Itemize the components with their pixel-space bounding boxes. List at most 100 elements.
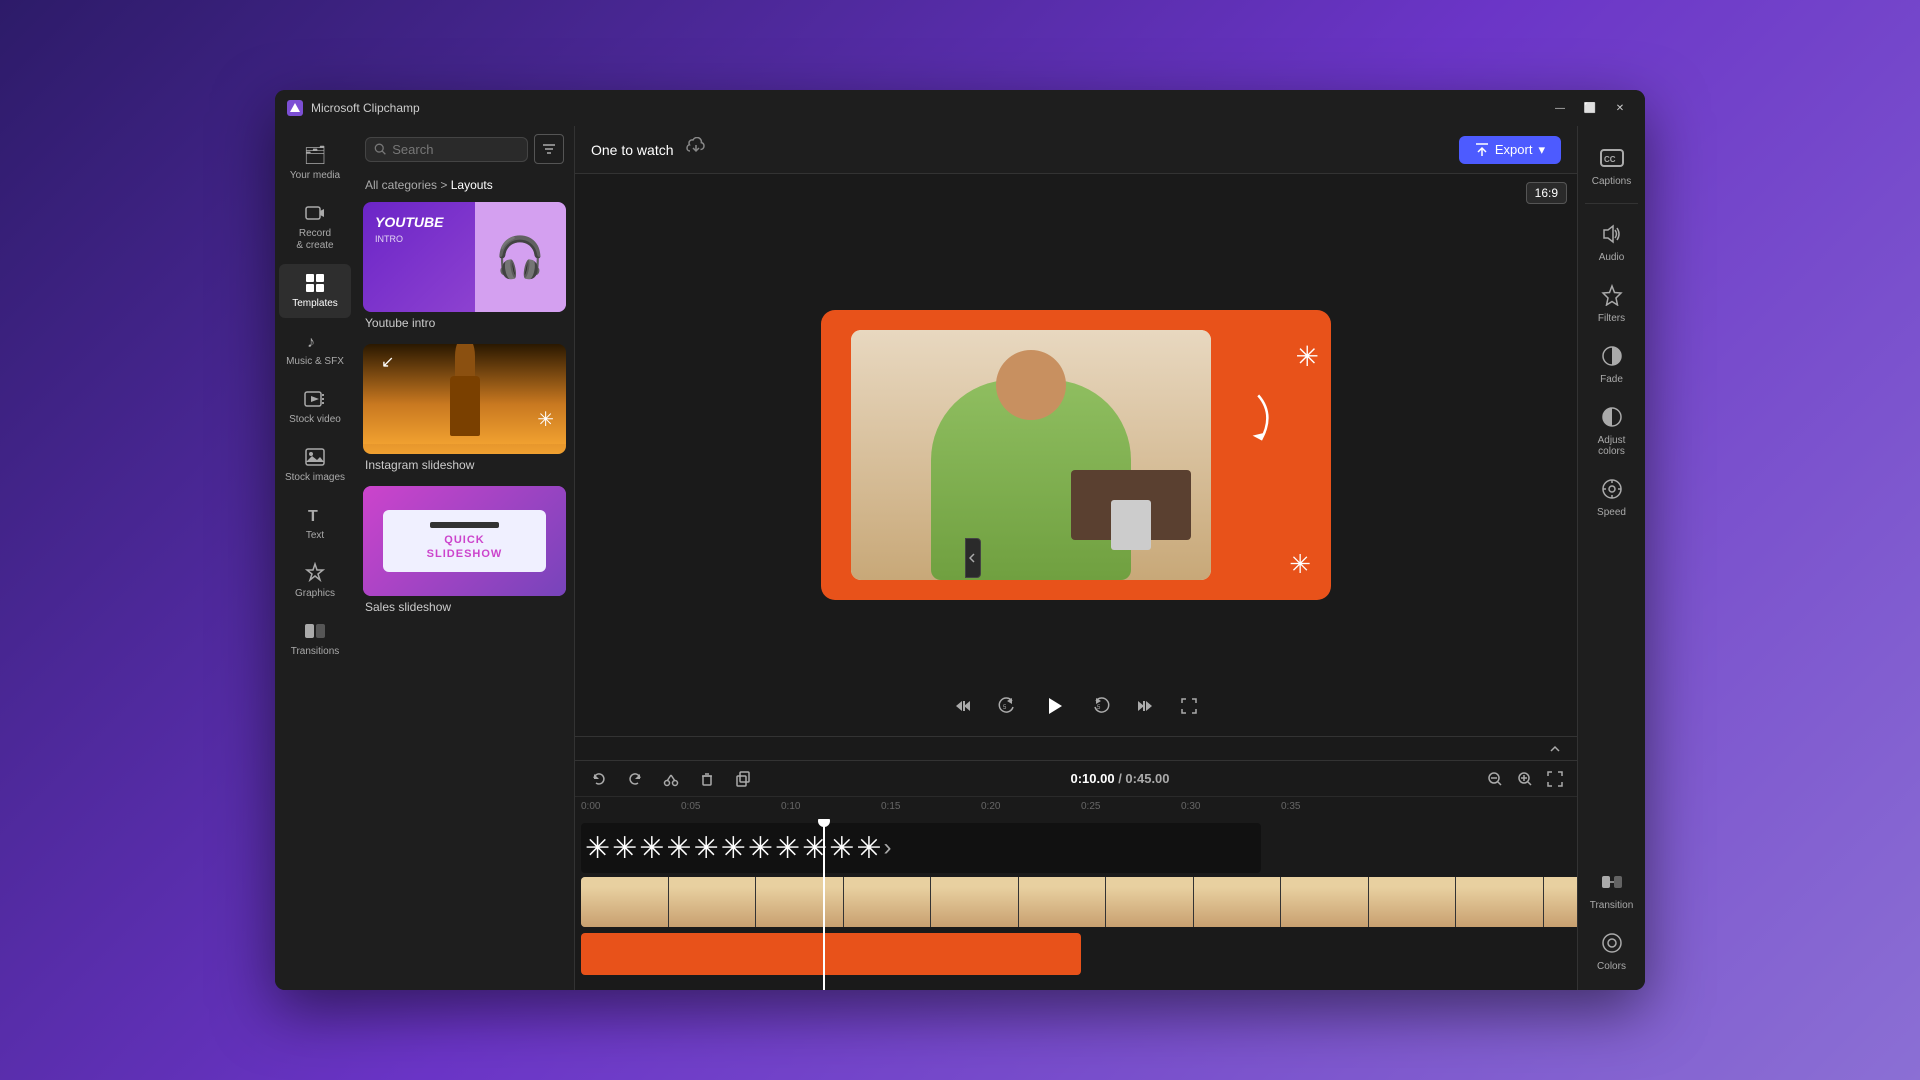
transitions-icon [304, 620, 326, 642]
fit-timeline-button[interactable] [1543, 767, 1567, 791]
fullscreen-button[interactable] [1174, 691, 1204, 721]
ruler-15: 0:15 [881, 801, 900, 812]
export-label: Export [1495, 142, 1533, 157]
filters-label: Filters [1598, 313, 1625, 324]
search-input[interactable] [392, 142, 519, 157]
minimize-button[interactable]: — [1547, 99, 1573, 117]
sidebar-item-templates[interactable]: Templates [279, 264, 351, 318]
export-button[interactable]: Export ▾ [1459, 136, 1561, 164]
vf3 [756, 877, 844, 927]
rewind-5-button[interactable]: 5 [992, 691, 1022, 721]
adjust-colors-label: Adjust colors [1586, 435, 1638, 457]
template-name-instagram: Instagram slideshow [363, 454, 566, 476]
fade-tool[interactable]: Fade [1582, 334, 1642, 393]
filters-icon [1598, 281, 1626, 309]
svg-text:5: 5 [1097, 705, 1101, 711]
decor-curve-arrow [1219, 382, 1294, 462]
template-card-sales[interactable]: QUICK SLIDESHOW Sales slideshow [363, 486, 566, 618]
adjust-colors-tool[interactable]: Adjust colors [1582, 395, 1642, 465]
play-button[interactable] [1036, 688, 1072, 724]
speed-tool[interactable]: Speed [1582, 467, 1642, 526]
center-area: One to watch Export ▾ [575, 126, 1577, 990]
cut-button[interactable] [657, 765, 685, 793]
right-sidebar-top: CC Captions Audio [1578, 136, 1645, 858]
vf4 [844, 877, 932, 927]
copy-button[interactable] [729, 765, 757, 793]
app-window: Microsoft Clipchamp — ⬜ ✕ 🗂 Your media R [275, 90, 1645, 990]
template-card-youtube[interactable]: YOUTUBE INTRO 🎧 Youtube intro [363, 202, 566, 334]
sidebar-label-transitions: Transitions [291, 646, 340, 658]
sidebar-item-stock-images[interactable]: Stock images [279, 438, 351, 492]
sidebar-item-graphics[interactable]: Graphics [279, 554, 351, 608]
close-button[interactable]: ✕ [1607, 99, 1633, 117]
preview-frame: ✳ ✳ [821, 310, 1331, 600]
audio-tool[interactable]: Audio [1582, 212, 1642, 271]
sales-bg: QUICK SLIDESHOW [363, 486, 566, 596]
ratio-value: 16:9 [1526, 182, 1567, 204]
sidebar-item-your-media[interactable]: 🗂 Your media [279, 136, 351, 190]
filter-button[interactable] [534, 134, 564, 164]
search-icon [374, 142, 386, 156]
sidebar-label-stock-video: Stock video [289, 414, 341, 426]
panel-collapse-button[interactable] [965, 538, 981, 578]
transition-tool[interactable]: Transition [1582, 860, 1642, 919]
skip-back-button[interactable] [948, 691, 978, 721]
transition-icon [1598, 868, 1626, 896]
sidebar-label-your-media: Your media [290, 170, 340, 182]
export-icon [1475, 143, 1489, 157]
colors-tool[interactable]: Colors [1582, 921, 1642, 980]
forward-5-button[interactable]: 5 [1086, 691, 1116, 721]
delete-button[interactable] [693, 765, 721, 793]
vf6 [1019, 877, 1107, 927]
vf8 [1194, 877, 1282, 927]
timeline-time-display: 0:10.00 / 0:45.00 [765, 771, 1475, 786]
sidebar-label-record-create: Record& create [296, 228, 333, 252]
timeline-tracks: ✳ ✳ ✳ ✳ ✳ ✳ ✳ ✳ ✳ ✳ ✳ › [575, 819, 1577, 990]
top-bar: One to watch Export ▾ [575, 126, 1577, 174]
timeline-playhead[interactable] [823, 819, 825, 990]
svg-text:CC: CC [1604, 155, 1616, 164]
sidebar-item-text[interactable]: T Text [279, 496, 351, 550]
sidebar-item-record-create[interactable]: Record& create [279, 194, 351, 260]
colors-icon [1598, 929, 1626, 957]
sidebar-label-graphics: Graphics [295, 588, 335, 600]
captions-label: Captions [1592, 176, 1631, 187]
sidebar-item-transitions[interactable]: Transitions [279, 612, 351, 666]
sidebar-item-music-sfx[interactable]: ♪ Music & SFX [279, 322, 351, 376]
sidebar-label-stock-images: Stock images [285, 472, 345, 484]
project-title: One to watch [591, 142, 674, 158]
breadcrumb-category[interactable]: All categories [365, 178, 437, 192]
cloud-save-icon[interactable] [686, 137, 706, 162]
filters-tool[interactable]: Filters [1582, 273, 1642, 332]
your-media-icon: 🗂 [304, 144, 326, 166]
youtube-subtitle-text: INTRO [375, 234, 463, 244]
right-sidebar: CC Captions Audio [1577, 126, 1645, 990]
maximize-button[interactable]: ⬜ [1577, 99, 1603, 117]
captions-tool[interactable]: CC Captions [1582, 136, 1642, 195]
template-card-instagram[interactable]: ↙ ✳ Instagram slideshow [363, 344, 566, 476]
youtube-intro-bg: YOUTUBE INTRO 🎧 [363, 202, 566, 312]
vf9 [1281, 877, 1369, 927]
timeline-collapse-button[interactable] [1543, 737, 1567, 761]
search-wrapper [365, 137, 528, 162]
template-list: YOUTUBE INTRO 🎧 Youtube intro [355, 202, 574, 990]
sf4: ✳ [666, 831, 691, 866]
ruler-35: 0:35 [1281, 801, 1300, 812]
undo-button[interactable] [585, 765, 613, 793]
vf5 [931, 877, 1019, 927]
main-content: 🗂 Your media Record& create [275, 126, 1645, 990]
record-icon [304, 202, 326, 224]
skip-forward-button[interactable] [1130, 691, 1160, 721]
app-title: Microsoft Clipchamp [311, 101, 1547, 115]
youtube-title-text: YOUTUBE [375, 214, 463, 230]
zoom-in-button[interactable] [1513, 767, 1537, 791]
redo-button[interactable] [621, 765, 649, 793]
svg-text:5: 5 [1003, 705, 1007, 711]
title-bar: Microsoft Clipchamp — ⬜ ✕ [275, 90, 1645, 126]
sidebar-item-stock-video[interactable]: Stock video [279, 380, 351, 434]
ruler-25: 0:25 [1081, 801, 1100, 812]
svg-text:♪: ♪ [307, 334, 315, 351]
zoom-out-button[interactable] [1483, 767, 1507, 791]
breadcrumb-separator: > [440, 178, 450, 192]
ruler-30: 0:30 [1181, 801, 1200, 812]
